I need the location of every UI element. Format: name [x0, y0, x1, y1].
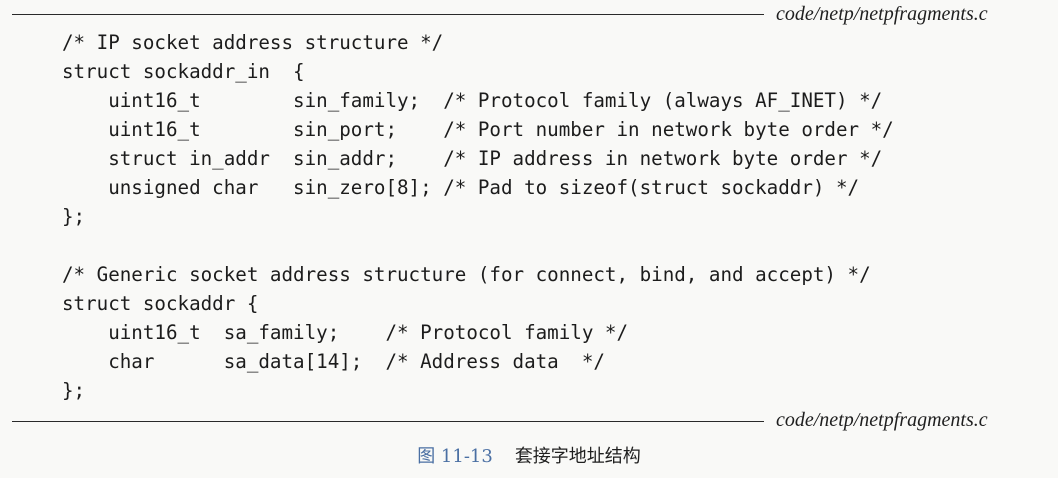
code-line: /* Generic socket address structure (for…	[62, 263, 871, 286]
file-path-label-top: code/netp/netpfragments.c	[776, 3, 988, 25]
top-rule	[12, 14, 764, 15]
figure-number: 图 11-13	[417, 446, 493, 467]
code-line: unsigned char sin_zero[8]; /* Pad to siz…	[62, 176, 860, 199]
code-line: struct sockaddr_in {	[62, 60, 305, 83]
code-line: /* IP socket address structure */	[62, 31, 444, 54]
figure-caption: 图 11-13 套接字地址结构	[0, 445, 1058, 469]
code-listing: /* IP socket address structure */ struct …	[62, 28, 894, 405]
code-line: uint16_t sa_family; /* Protocol family *…	[62, 321, 629, 344]
code-line: };	[62, 379, 86, 402]
code-line: struct sockaddr {	[62, 292, 259, 315]
code-line: uint16_t sin_port; /* Port number in net…	[62, 118, 894, 141]
file-path-label-bottom: code/netp/netpfragments.c	[776, 409, 988, 431]
figure-title: 套接字地址结构	[514, 446, 641, 467]
bottom-rule	[12, 421, 764, 422]
code-line: };	[62, 205, 86, 228]
code-line: struct in_addr sin_addr; /* IP address i…	[62, 147, 883, 170]
code-line: uint16_t sin_family; /* Protocol family …	[62, 89, 883, 112]
code-line: char sa_data[14]; /* Address data */	[62, 350, 605, 373]
